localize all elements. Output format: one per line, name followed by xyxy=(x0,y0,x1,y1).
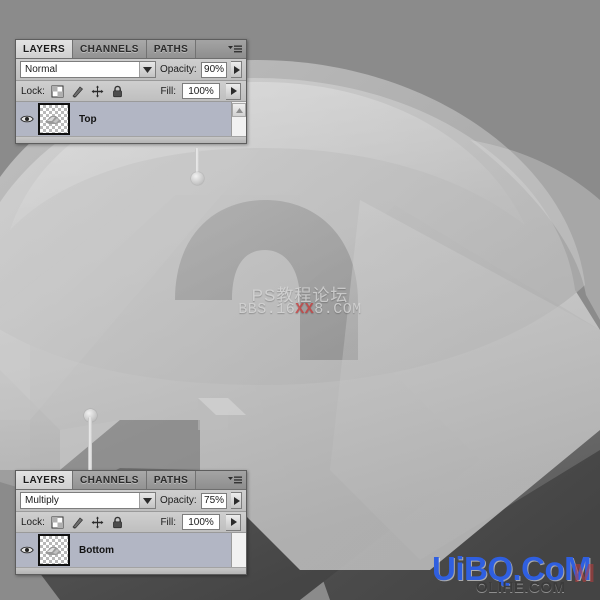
layer-visibility-toggle[interactable] xyxy=(16,114,38,124)
lock-icon-group xyxy=(51,516,124,529)
layer-list-scrollbar[interactable] xyxy=(231,102,246,136)
opacity-slider-arrow-icon[interactable] xyxy=(231,61,242,78)
layer-thumbnail-content xyxy=(45,116,61,124)
lock-image-pixels-icon[interactable] xyxy=(71,516,84,529)
fill-label: Fill: xyxy=(160,85,176,97)
fill-slider-arrow-icon[interactable] xyxy=(226,82,241,100)
layer-list: Top xyxy=(16,102,246,143)
layer-thumbnail[interactable] xyxy=(38,534,70,566)
tab-paths[interactable]: PATHS xyxy=(146,40,197,58)
callout-knob xyxy=(191,172,204,185)
lock-transparent-pixels-icon[interactable] xyxy=(51,516,64,529)
blend-mode-select[interactable]: Multiply xyxy=(20,492,156,509)
lock-all-icon[interactable] xyxy=(111,85,124,98)
layers-panel-top[interactable]: LAYERS CHANNELS PATHS Normal Opacity: 90… xyxy=(15,39,247,144)
lock-icon-group xyxy=(51,85,124,98)
tab-layers[interactable]: LAYERS xyxy=(16,40,74,58)
fill-slider-arrow-icon[interactable] xyxy=(226,513,241,531)
lock-image-pixels-icon[interactable] xyxy=(71,85,84,98)
layer-list-scrollbar[interactable] xyxy=(231,533,246,567)
lock-label: Lock: xyxy=(21,85,45,97)
opacity-slider-arrow-icon[interactable] xyxy=(231,492,242,509)
opacity-value[interactable]: 90% xyxy=(200,61,228,78)
layer-thumbnail-content xyxy=(45,547,61,555)
tab-paths[interactable]: PATHS xyxy=(146,471,197,489)
lock-row: Lock: Fill: 100% xyxy=(16,512,246,533)
layer-name: Top xyxy=(79,113,97,125)
tab-channels[interactable]: CHANNELS xyxy=(73,471,147,489)
lock-row: Lock: Fill: 100% xyxy=(16,81,246,102)
eye-icon xyxy=(20,546,34,554)
tabbar-filler xyxy=(196,471,224,489)
chevron-down-icon[interactable] xyxy=(139,493,155,508)
tab-layers[interactable]: LAYERS xyxy=(16,471,74,489)
lock-all-icon[interactable] xyxy=(111,516,124,529)
chevron-down-icon[interactable] xyxy=(139,62,155,77)
lock-position-icon[interactable] xyxy=(91,516,104,529)
layer-thumbnail[interactable] xyxy=(38,103,70,135)
layer-row-top[interactable]: Top xyxy=(16,102,246,137)
opacity-label: Opacity: xyxy=(160,495,197,506)
layer-row-bottom[interactable]: Bottom xyxy=(16,533,246,568)
panel-menu-icon[interactable] xyxy=(224,471,246,489)
panel-tabbar: LAYERS CHANNELS PATHS xyxy=(16,471,246,490)
panel-menu-icon[interactable] xyxy=(224,40,246,58)
panel-footer xyxy=(16,137,246,143)
top-callout-pin xyxy=(190,148,204,186)
tabbar-filler xyxy=(196,40,224,58)
fill-value[interactable]: 100% xyxy=(182,83,220,99)
panel-footer xyxy=(16,568,246,574)
blend-mode-value: Multiply xyxy=(25,495,59,506)
blend-opacity-row: Multiply Opacity: 75% xyxy=(16,490,246,512)
tab-channels[interactable]: CHANNELS xyxy=(73,40,147,58)
layer-visibility-toggle[interactable] xyxy=(16,545,38,555)
fill-label: Fill: xyxy=(160,516,176,528)
blend-mode-select[interactable]: Normal xyxy=(20,61,156,78)
blend-opacity-row: Normal Opacity: 90% xyxy=(16,59,246,81)
lock-label: Lock: xyxy=(21,516,45,528)
lock-transparent-pixels-icon[interactable] xyxy=(51,85,64,98)
layers-panel-bottom[interactable]: LAYERS CHANNELS PATHS Multiply Opacity: … xyxy=(15,470,247,575)
eye-icon xyxy=(20,115,34,123)
fill-value[interactable]: 100% xyxy=(182,514,220,530)
blend-mode-value: Normal xyxy=(25,64,58,75)
scroll-up-icon[interactable] xyxy=(232,103,246,117)
layer-name: Bottom xyxy=(79,544,114,556)
callout-stem xyxy=(88,417,92,475)
opacity-label: Opacity: xyxy=(160,64,197,75)
layer-list: Bottom xyxy=(16,533,246,574)
screenshot-canvas: LAYERS CHANNELS PATHS Normal Opacity: 90… xyxy=(0,0,600,600)
lock-position-icon[interactable] xyxy=(91,85,104,98)
panel-tabbar: LAYERS CHANNELS PATHS xyxy=(16,40,246,59)
opacity-value[interactable]: 75% xyxy=(200,492,228,509)
bottom-callout-pin xyxy=(83,409,97,475)
